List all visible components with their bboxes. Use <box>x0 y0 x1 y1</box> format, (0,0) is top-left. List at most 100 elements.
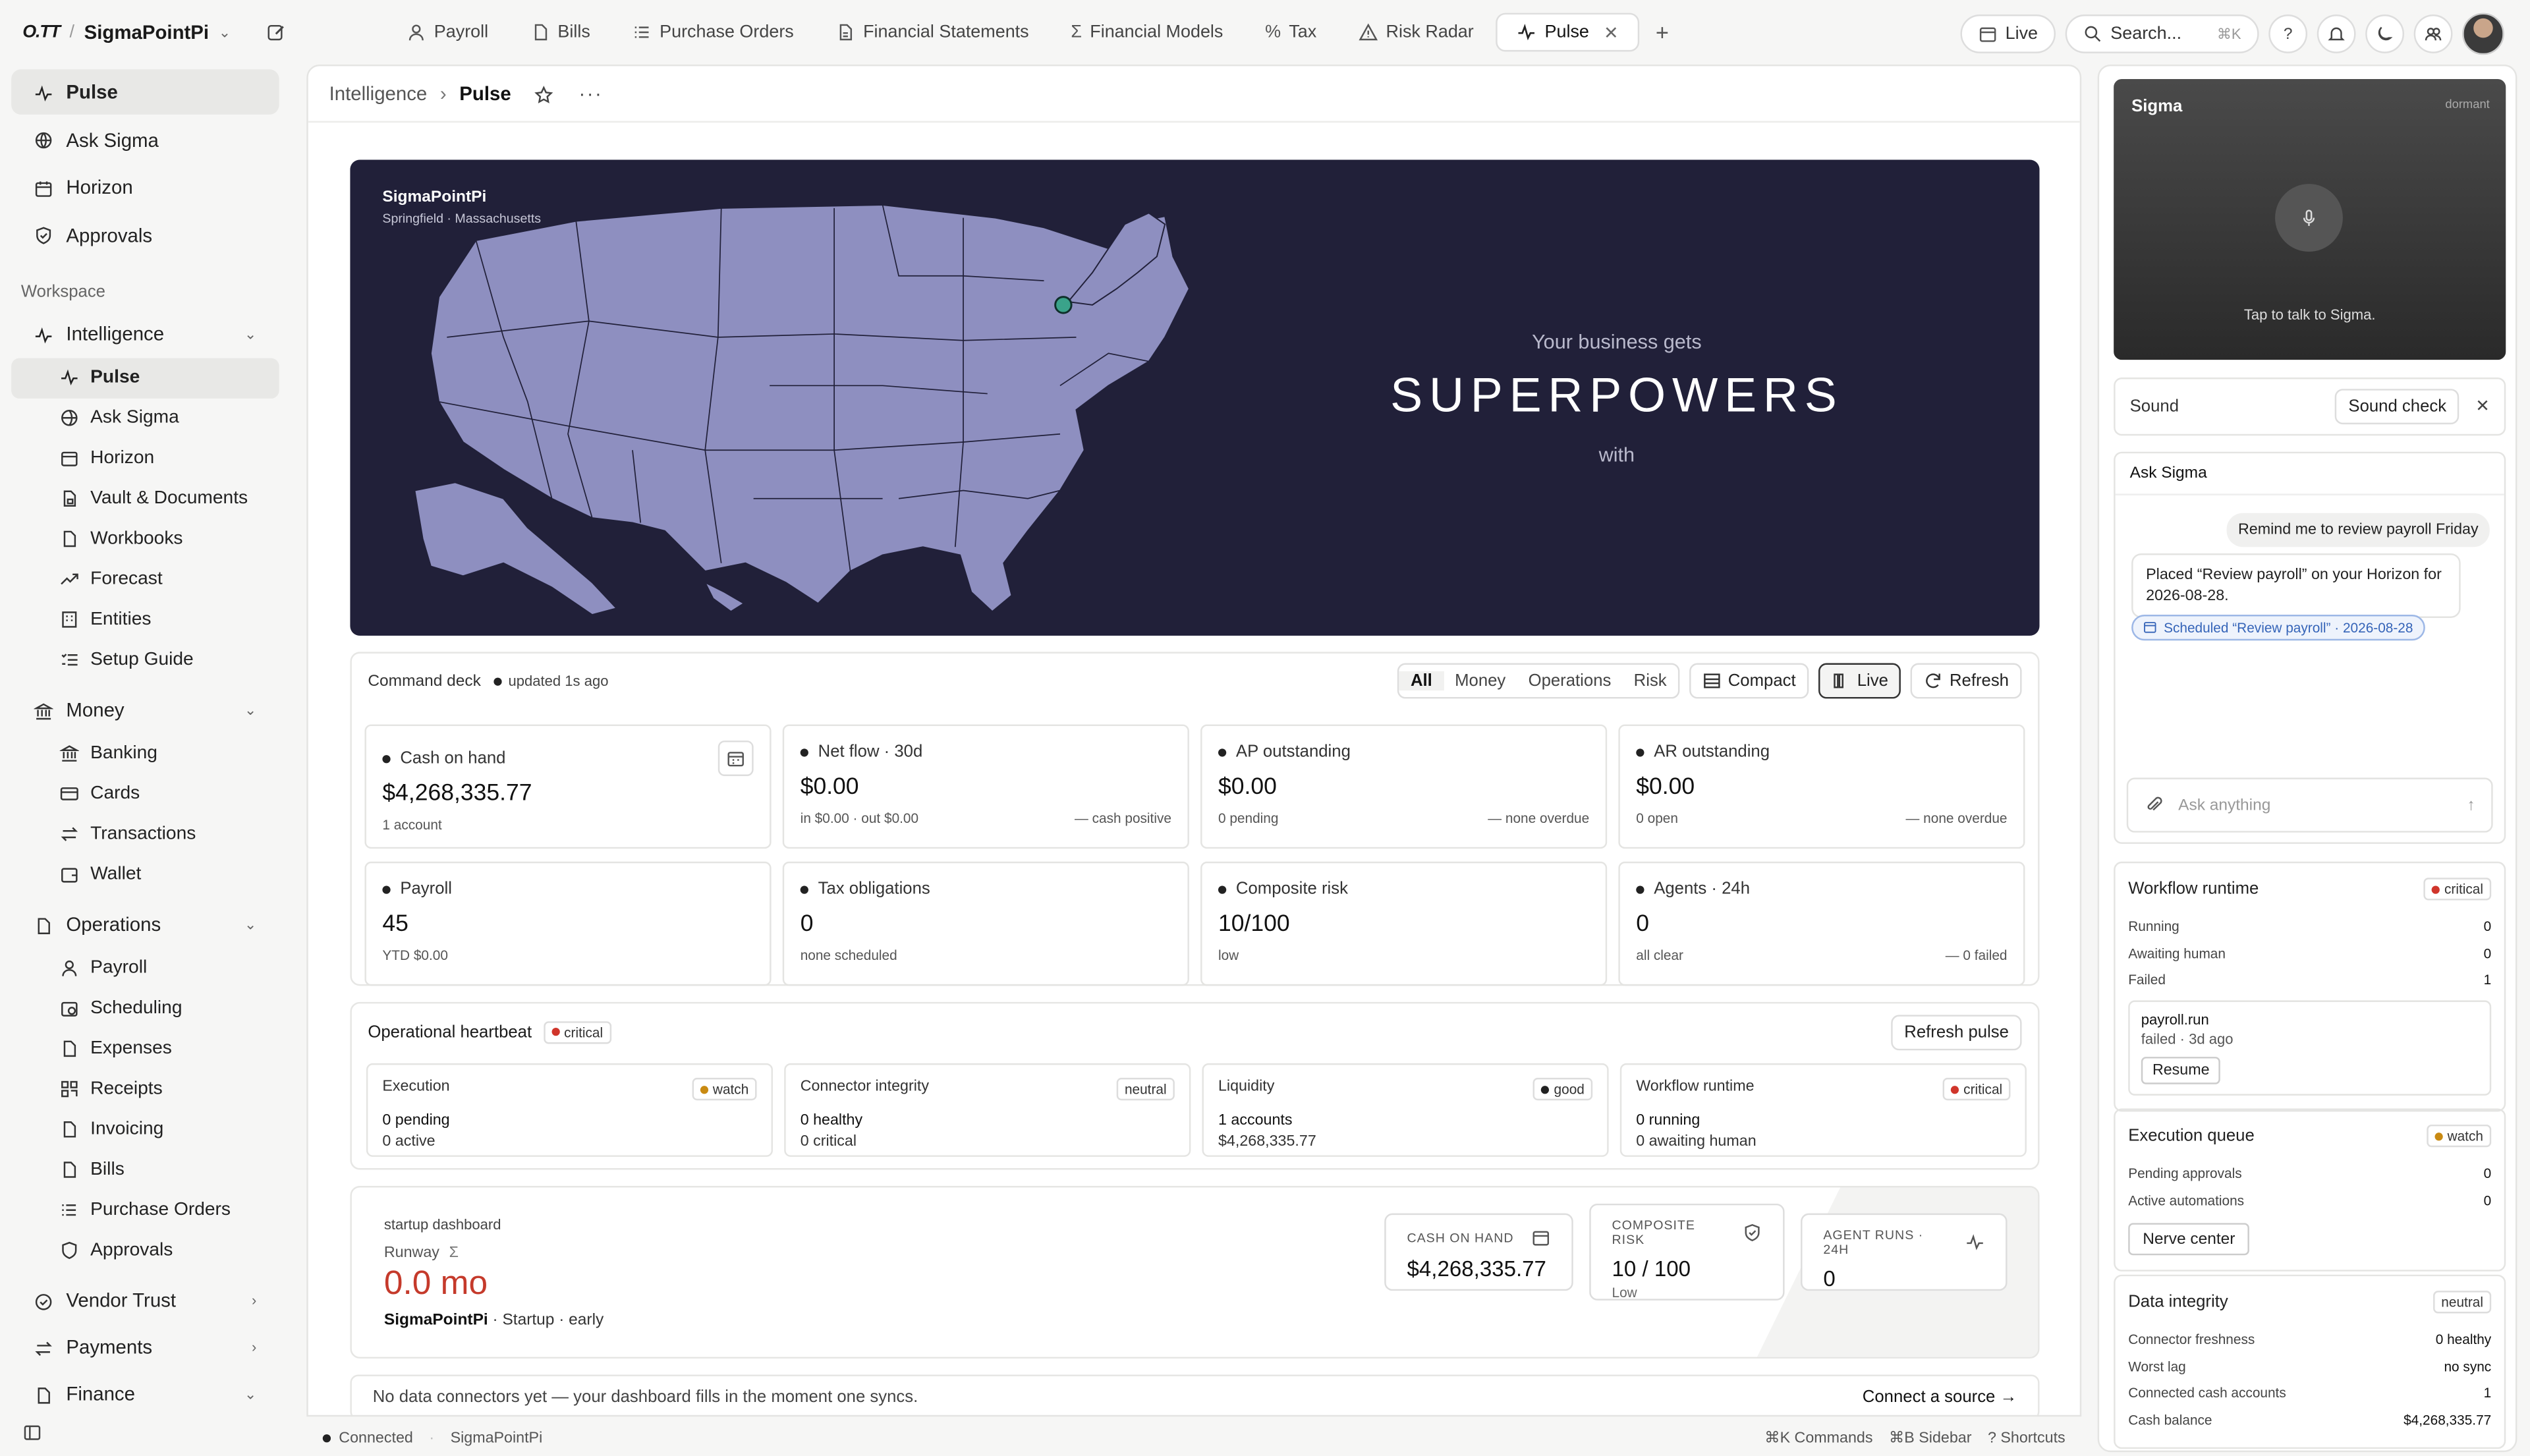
connect-source-link[interactable]: Connect a source → <box>1863 1387 2017 1407</box>
live-button[interactable]: Live <box>1818 663 1901 699</box>
filter-risk[interactable]: Risk <box>1623 671 1678 690</box>
metric-card-cash[interactable]: Cash on hand $4,268,335.77 1 account <box>364 724 772 849</box>
sidebar-section-operations[interactable]: Operations ⌄ <box>11 901 279 948</box>
metric-card-payroll[interactable]: Payroll 45 YTD $0.00 <box>364 861 772 986</box>
tab-pulse[interactable]: Pulse ✕ <box>1496 13 1640 52</box>
sidebar-item-intel-ask-sigma[interactable]: Ask Sigma <box>11 398 279 438</box>
search-input[interactable]: Search... ⌘K <box>2065 14 2259 53</box>
tab-payroll[interactable]: Payroll <box>387 13 508 52</box>
sidebar-item-expenses[interactable]: Expenses <box>11 1028 279 1069</box>
data-integrity-card: Data integrity neutral Connector freshnes… <box>2114 1274 2506 1449</box>
sidebar-item-forecast[interactable]: Forecast <box>11 559 279 600</box>
sidebar-shortcut[interactable]: ⌘B Sidebar <box>1889 1429 1971 1447</box>
mini-card-cash[interactable]: CASH ON HAND $4,268,335.77 <box>1384 1213 1573 1291</box>
bank-icon <box>59 744 79 763</box>
metric-card-risk[interactable]: Composite risk 10/100 low <box>1200 861 1608 986</box>
nerve-center-button[interactable]: Nerve center <box>2128 1223 2250 1256</box>
team-button[interactable] <box>2413 14 2453 53</box>
metric-card-agents[interactable]: Agents · 24h 0 all clear — 0 failed <box>1618 861 2025 986</box>
star-icon[interactable] <box>534 82 553 105</box>
metric-card-ap[interactable]: AP outstanding $0.00 0 pending — none overd… <box>1200 724 1608 849</box>
microphone-icon[interactable] <box>2275 184 2343 252</box>
close-icon[interactable]: ✕ <box>2475 397 2490 416</box>
compose-icon[interactable] <box>266 22 285 42</box>
mini-card-risk[interactable]: COMPOSITE RISK 10 / 100 Low <box>1589 1203 1785 1301</box>
location-pin[interactable] <box>1054 296 1073 314</box>
sidebar-item-banking[interactable]: Banking <box>11 733 279 773</box>
file-icon <box>60 1120 79 1139</box>
tab-bills[interactable]: Bills <box>511 13 609 52</box>
shortcuts-link[interactable]: ? Shortcuts <box>1988 1429 2066 1447</box>
avatar[interactable] <box>2462 13 2504 55</box>
sidebar-item-intel-pulse[interactable]: Pulse <box>11 357 279 398</box>
send-icon[interactable]: ↑ <box>2467 797 2475 814</box>
heartbeat-card-execution[interactable]: Execution watch 0 pending 0 active <box>366 1063 773 1157</box>
org-switcher[interactable]: SigmaPointPi <box>84 21 209 43</box>
new-tab-button[interactable]: + <box>1643 13 1681 52</box>
calendar-icon[interactable] <box>717 741 754 776</box>
tab-financial-statements[interactable]: Financial Statements <box>816 13 1048 52</box>
sidebar-section-intelligence[interactable]: Intelligence ⌄ <box>11 310 279 357</box>
theme-toggle-button[interactable] <box>2365 14 2404 53</box>
filter-money[interactable]: Money <box>1444 671 1517 690</box>
tab-tax[interactable]: % Tax <box>1246 13 1336 52</box>
live-toggle[interactable]: Live <box>1960 14 2056 53</box>
tab-risk-radar[interactable]: Risk Radar <box>1339 13 1494 52</box>
sidebar-toggle-icon[interactable] <box>22 1423 42 1443</box>
ask-input[interactable]: Ask anything ↑ <box>2126 777 2493 833</box>
refresh-button[interactable]: Refresh <box>1911 663 2022 699</box>
sidebar-item-cards[interactable]: Cards <box>11 773 279 814</box>
filter-all[interactable]: All <box>1399 671 1444 691</box>
sidebar-item-vault[interactable]: Vault & Documents <box>11 478 279 518</box>
close-tab-icon[interactable]: ✕ <box>1604 22 1619 43</box>
sidebar-item-invoicing[interactable]: Invoicing <box>11 1109 279 1150</box>
sidebar-item-ops-approvals[interactable]: Approvals <box>11 1230 279 1270</box>
sidebar-item-workbooks[interactable]: Workbooks <box>11 518 279 559</box>
file-icon <box>60 529 79 548</box>
paperclip-icon[interactable] <box>2145 795 2164 814</box>
sidebar-item-scheduling[interactable]: Scheduling <box>11 988 279 1028</box>
more-icon[interactable]: ··· <box>579 82 604 105</box>
sidebar-item-horizon[interactable]: Horizon <box>11 165 279 210</box>
voice-assistant[interactable]: Sigma dormant Tap to talk to Sigma. <box>2114 79 2506 360</box>
notifications-button[interactable] <box>2317 14 2356 53</box>
tab-purchase-orders[interactable]: Purchase Orders <box>613 13 813 52</box>
scheduled-chip[interactable]: Scheduled “Review payroll” · 2026-08-28 <box>2131 615 2425 641</box>
resume-button[interactable]: Resume <box>2141 1055 2221 1084</box>
sidebar-section-finance[interactable]: Finance ⌄ <box>11 1370 279 1417</box>
heartbeat-card-liquidity[interactable]: Liquidity good 1 accounts $4,268,335.77 <box>1202 1063 1609 1157</box>
sidebar-section-payments[interactable]: Payments › <box>11 1324 279 1370</box>
heartbeat-card-workflow[interactable]: Workflow runtime critical 0 running 0 await… <box>1619 1063 2027 1157</box>
sidebar-item-receipts[interactable]: Receipts <box>11 1069 279 1109</box>
heartbeat-card-connector[interactable]: Connector integrity neutral 0 healthy 0 cri… <box>784 1063 1191 1157</box>
tab-financial-models[interactable]: Σ Financial Models <box>1052 13 1243 52</box>
breadcrumb-parent[interactable]: Intelligence <box>329 82 428 105</box>
sidebar-item-ask-sigma[interactable]: Ask Sigma <box>11 117 279 163</box>
help-button[interactable]: ? <box>2268 14 2308 53</box>
metric-card-tax[interactable]: Tax obligations 0 none scheduled <box>782 861 1189 986</box>
metric-card-net-flow[interactable]: Net flow · 30d $0.00 in $0.00 · out $0.00—… <box>782 724 1189 849</box>
filter-operations[interactable]: Operations <box>1517 671 1622 690</box>
chevron-down-icon[interactable]: ⌄ <box>219 24 231 42</box>
app-logo[interactable]: O.TT <box>22 22 61 42</box>
sidebar-item-payroll[interactable]: Payroll <box>11 948 279 988</box>
sidebar-item-transactions[interactable]: Transactions <box>11 814 279 854</box>
sidebar-item-pulse[interactable]: Pulse <box>11 69 279 115</box>
sidebar-section-vendor-trust[interactable]: Vendor Trust › <box>11 1277 279 1324</box>
sidebar-item-wallet[interactable]: Wallet <box>11 854 279 895</box>
hero-tagline-1: Your business gets <box>1532 331 1702 354</box>
commands-shortcut[interactable]: ⌘K Commands <box>1764 1429 1872 1447</box>
sidebar-item-entities[interactable]: Entities <box>11 600 279 640</box>
sidebar-section-money[interactable]: Money ⌄ <box>11 686 279 733</box>
sidebar-item-setup-guide[interactable]: Setup Guide <box>11 640 279 680</box>
sidebar-item-intel-horizon[interactable]: Horizon <box>11 438 279 478</box>
mini-card-agents[interactable]: AGENT RUNS · 24H 0 <box>1801 1213 2008 1291</box>
metric-card-ar[interactable]: AR outstanding $0.00 0 open — none overdue <box>1618 724 2025 849</box>
compact-button[interactable]: Compact <box>1689 663 1809 699</box>
sidebar-item-bills[interactable]: Bills <box>11 1150 279 1190</box>
sidebar-item-approvals[interactable]: Approvals <box>11 212 279 258</box>
ask-sigma-chat: Ask Sigma Remind me to review payroll Fr… <box>2114 451 2506 844</box>
sound-check-button[interactable]: Sound check <box>2335 389 2460 425</box>
refresh-pulse-button[interactable]: Refresh pulse <box>1891 1014 2022 1050</box>
sidebar-item-purchase-orders[interactable]: Purchase Orders <box>11 1190 279 1230</box>
